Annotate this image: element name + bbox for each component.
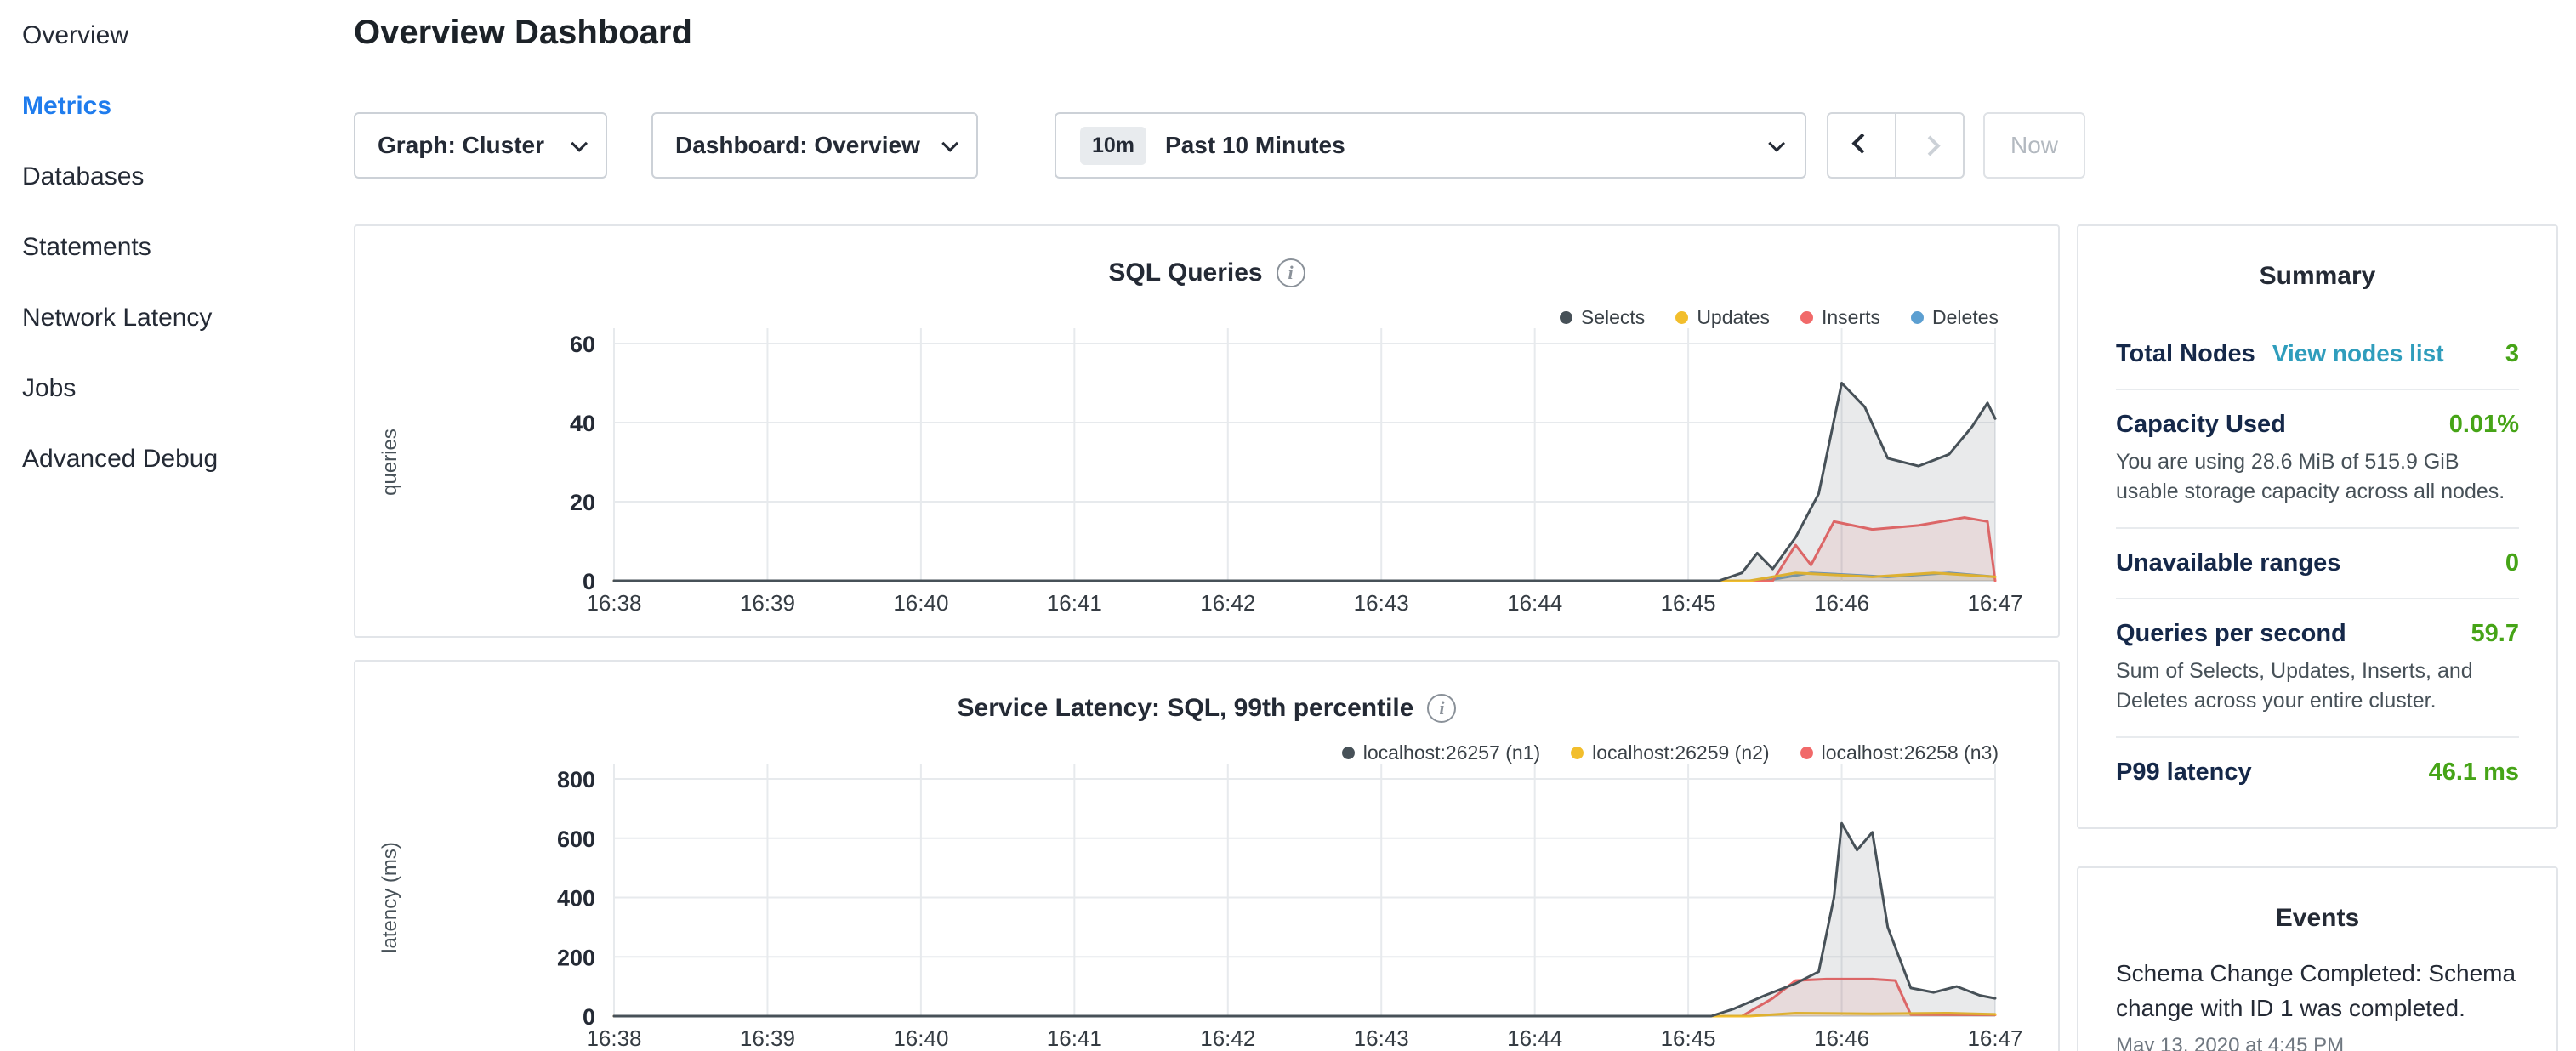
svg-text:600: 600	[557, 827, 595, 852]
summary-row-unavailable-ranges: Unavailable ranges 0	[2116, 527, 2519, 598]
svg-text:16:44: 16:44	[1507, 590, 1562, 616]
svg-text:400: 400	[557, 886, 595, 912]
time-nav-buttons	[1827, 112, 1965, 179]
summary-description: You are using 28.6 MiB of 515.9 GiB usab…	[2116, 447, 2519, 507]
summary-row-p99-latency: P99 latency 46.1 ms	[2116, 736, 2519, 807]
svg-text:200: 200	[557, 945, 595, 970]
sidebar-item-overview[interactable]: Overview	[0, 0, 354, 71]
summary-value: 3	[2505, 340, 2519, 368]
events-card: Events Schema Change Completed: Schema c…	[2077, 866, 2558, 1051]
time-next-button[interactable]	[1895, 112, 1965, 179]
svg-text:60: 60	[570, 332, 595, 357]
sidebar-item-databases[interactable]: Databases	[0, 141, 354, 212]
svg-text:16:42: 16:42	[1200, 1025, 1255, 1051]
graph-dropdown-label: Graph: Cluster	[378, 132, 544, 159]
dashboard-dropdown[interactable]: Dashboard: Overview	[651, 112, 978, 179]
svg-text:16:47: 16:47	[1967, 1025, 2022, 1051]
event-message: Schema Change Completed: Schema change w…	[2116, 957, 2519, 1025]
svg-text:16:41: 16:41	[1047, 1025, 1102, 1051]
svg-text:16:47: 16:47	[1967, 590, 2022, 616]
summary-value: 46.1 ms	[2429, 758, 2519, 787]
svg-text:16:39: 16:39	[740, 1025, 795, 1051]
chevron-down-icon	[941, 135, 958, 152]
svg-text:16:39: 16:39	[740, 590, 795, 616]
svg-text:16:44: 16:44	[1507, 1025, 1562, 1051]
right-sidebar: Summary Total Nodes View nodes list 3 Ca…	[2077, 224, 2558, 1051]
summary-label: Total Nodes	[2116, 340, 2255, 368]
svg-text:800: 800	[557, 767, 595, 793]
summary-value: 59.7	[2471, 620, 2519, 648]
graph-dropdown[interactable]: Graph: Cluster	[354, 112, 607, 179]
sidebar-item-metrics[interactable]: Metrics	[0, 71, 354, 141]
svg-text:16:42: 16:42	[1200, 590, 1255, 616]
svg-text:16:45: 16:45	[1661, 590, 1716, 616]
time-range-label: Past 10 Minutes	[1165, 132, 1750, 159]
svg-text:16:46: 16:46	[1814, 590, 1869, 616]
summary-label: Unavailable ranges	[2116, 549, 2340, 577]
summary-label: Capacity Used	[2116, 411, 2286, 439]
chevron-down-icon	[1768, 135, 1785, 152]
dashboard-dropdown-label: Dashboard: Overview	[675, 132, 920, 159]
summary-value: 0.01%	[2449, 411, 2519, 439]
now-button[interactable]: Now	[1983, 112, 2085, 179]
service-latency-card: Service Latency: SQL, 99th percentile i …	[354, 660, 2060, 1051]
summary-rows: Total Nodes View nodes list 3 Capacity U…	[2116, 320, 2519, 807]
summary-label: P99 latency	[2116, 758, 2252, 787]
sidebar: Overview Metrics Databases Statements Ne…	[0, 0, 354, 1051]
svg-text:40: 40	[570, 411, 595, 436]
sidebar-item-network-latency[interactable]: Network Latency	[0, 282, 354, 353]
service-latency-plot: 020040060080016:3816:3916:4016:4116:4216…	[355, 662, 2061, 1051]
chevron-down-icon	[571, 135, 588, 152]
chevron-left-icon	[1851, 133, 1872, 153]
summary-row-capacity-used: Capacity Used 0.01% You are using 28.6 M…	[2116, 389, 2519, 527]
summary-value: 0	[2505, 549, 2519, 577]
summary-title: Summary	[2116, 226, 2519, 291]
controls-bar: Graph: Cluster Dashboard: Overview 10m P…	[354, 112, 2085, 179]
time-range-badge: 10m	[1080, 127, 1146, 165]
svg-text:queries: queries	[378, 429, 401, 496]
sidebar-item-statements[interactable]: Statements	[0, 212, 354, 282]
svg-text:latency (ms): latency (ms)	[378, 842, 401, 953]
event-timestamp: May 13, 2020 at 4:45 PM	[2116, 1034, 2519, 1051]
chevron-right-icon	[1919, 135, 1940, 156]
summary-row-total-nodes: Total Nodes View nodes list 3	[2116, 320, 2519, 389]
event-item: Schema Change Completed: Schema change w…	[2116, 957, 2519, 1051]
sql-queries-card: SQL Queries i SelectsUpdatesInsertsDelet…	[354, 224, 2060, 638]
svg-text:16:40: 16:40	[893, 1025, 948, 1051]
sidebar-item-jobs[interactable]: Jobs	[0, 353, 354, 423]
events-title: Events	[2116, 868, 2519, 933]
summary-label: Queries per second	[2116, 620, 2346, 648]
svg-text:16:46: 16:46	[1814, 1025, 1869, 1051]
time-range-selector[interactable]: 10m Past 10 Minutes	[1055, 112, 1806, 179]
summary-card: Summary Total Nodes View nodes list 3 Ca…	[2077, 224, 2558, 829]
svg-text:16:43: 16:43	[1354, 1025, 1409, 1051]
page-title: Overview Dashboard	[354, 14, 692, 52]
summary-description: Sum of Selects, Updates, Inserts, and De…	[2116, 656, 2519, 716]
svg-text:16:38: 16:38	[586, 590, 641, 616]
time-prev-button[interactable]	[1827, 112, 1896, 179]
view-nodes-link[interactable]: View nodes list	[2272, 340, 2444, 367]
svg-text:16:43: 16:43	[1354, 590, 1409, 616]
summary-row-queries-per-second: Queries per second 59.7 Sum of Selects, …	[2116, 598, 2519, 736]
svg-text:16:41: 16:41	[1047, 590, 1102, 616]
sidebar-item-advanced-debug[interactable]: Advanced Debug	[0, 423, 354, 494]
svg-text:16:45: 16:45	[1661, 1025, 1716, 1051]
svg-text:16:38: 16:38	[586, 1025, 641, 1051]
svg-text:16:40: 16:40	[893, 590, 948, 616]
svg-text:20: 20	[570, 490, 595, 515]
sql-queries-plot: 020406016:3816:3916:4016:4116:4216:4316:…	[355, 226, 2061, 639]
